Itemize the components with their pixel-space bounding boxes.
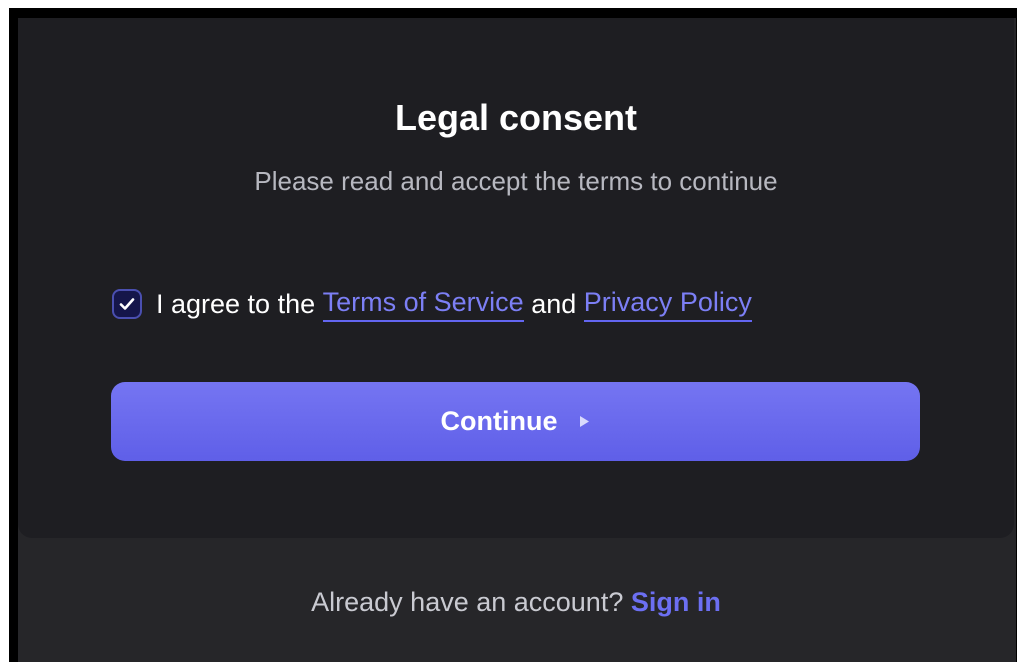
sign-in-link[interactable]: Sign in bbox=[631, 587, 721, 617]
continue-button[interactable]: Continue bbox=[111, 382, 920, 461]
privacy-policy-link[interactable]: Privacy Policy bbox=[583, 287, 752, 322]
terms-of-service-link[interactable]: Terms of Service bbox=[322, 287, 524, 322]
consent-row: I agree to the Terms of Service and Priv… bbox=[112, 284, 752, 324]
page-title: Legal consent bbox=[394, 97, 638, 138]
page-subtitle: Please read and accept the terms to cont… bbox=[254, 166, 778, 196]
checkmark-icon bbox=[119, 298, 135, 310]
consent-card: Legal consent Please read and accept the… bbox=[18, 18, 1014, 538]
agree-checkbox[interactable] bbox=[112, 289, 142, 319]
footer: Already have an account? Sign in bbox=[18, 584, 1014, 620]
conjunction-text: and bbox=[531, 288, 577, 319]
agree-prefix-text: I agree to the bbox=[156, 288, 316, 319]
footer-prompt: Already have an account? bbox=[311, 587, 624, 617]
play-arrow-icon bbox=[579, 415, 590, 428]
continue-button-label: Continue bbox=[440, 406, 558, 436]
page-surface: Legal consent Please read and accept the… bbox=[18, 18, 1016, 662]
